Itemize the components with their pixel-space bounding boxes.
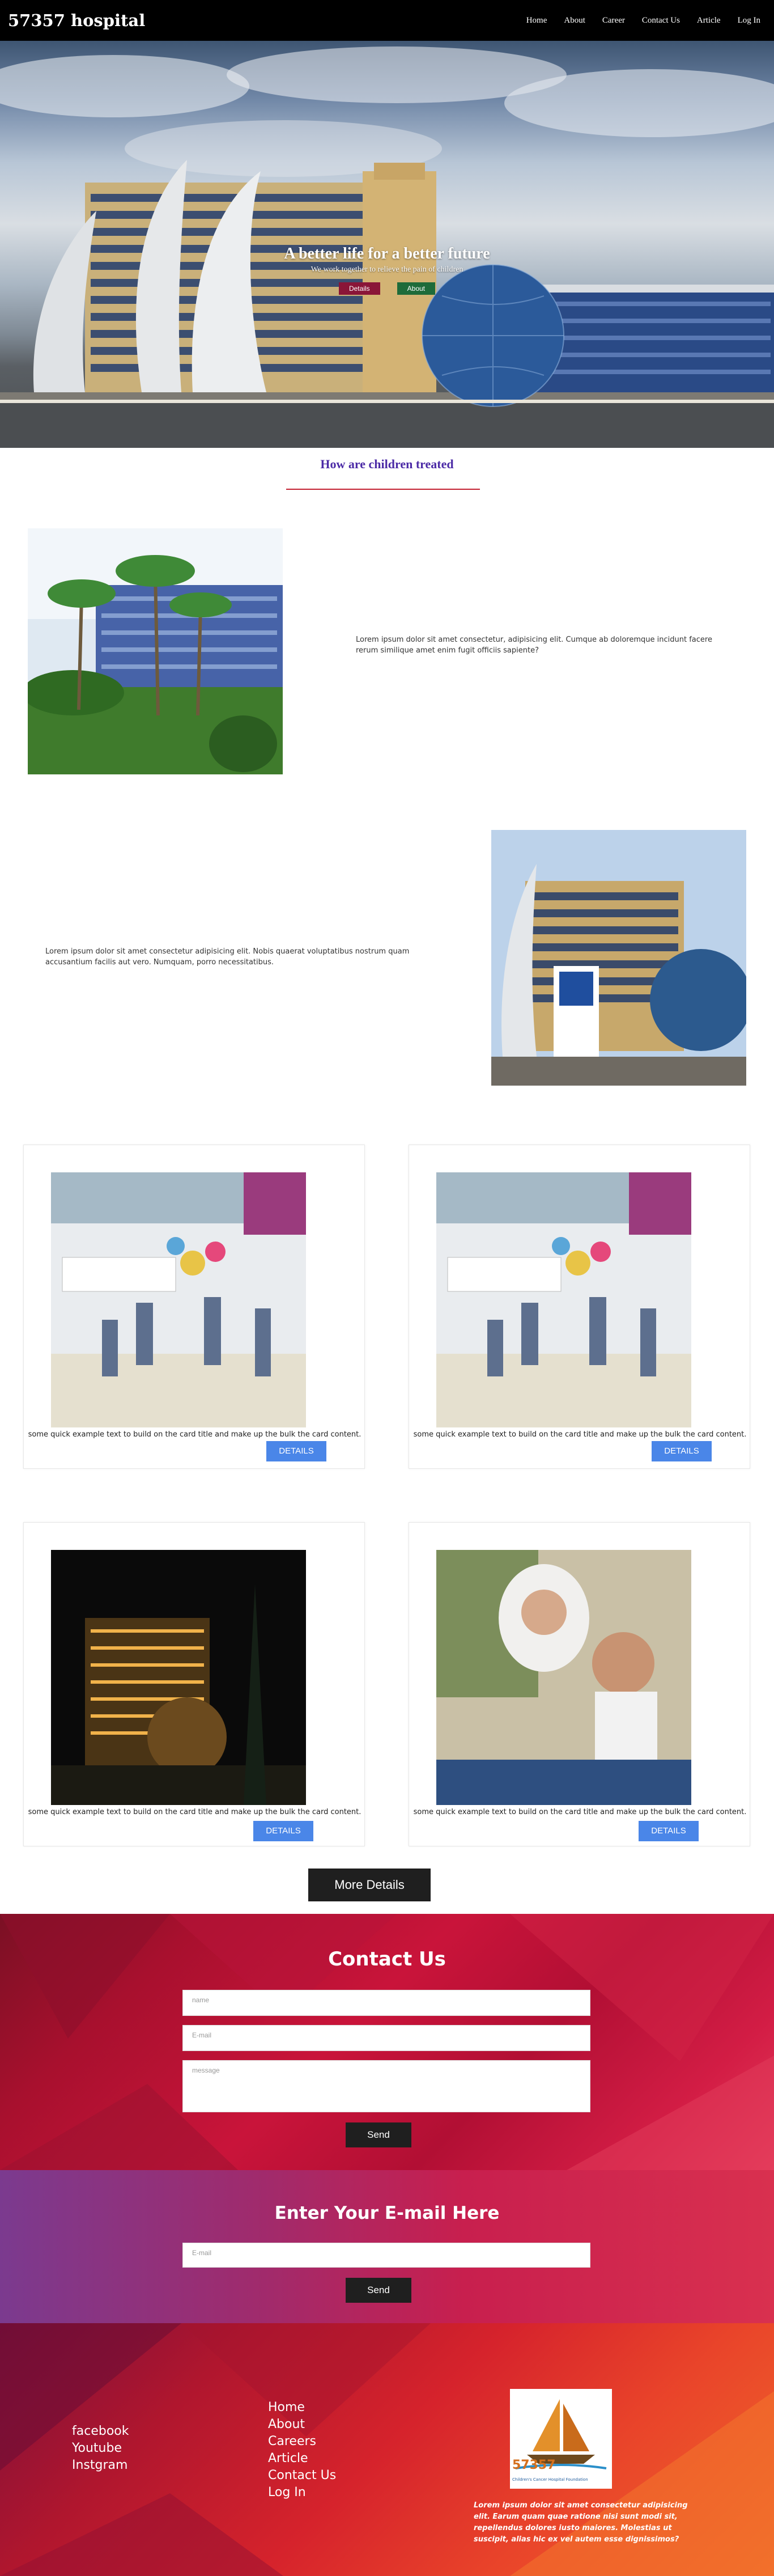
hero-text: A better life for a better future We wor… — [0, 245, 774, 295]
card-3: some quick example text to build on the … — [23, 1522, 365, 1846]
instagram-link[interactable]: Instgram — [72, 2457, 129, 2474]
brand-logo-text[interactable]: 57357 hospital — [8, 11, 145, 30]
nav-links: Home About Career Contact Us Article Log… — [509, 16, 760, 26]
youtube-link[interactable]: Youtube — [72, 2440, 129, 2457]
footer: facebook Youtube Instgram Home About Car… — [0, 2323, 774, 2576]
contact-email-input[interactable]: E-mail — [182, 2025, 590, 2051]
hospital-garden-image — [28, 528, 283, 774]
nav-link-login[interactable]: Log In — [738, 16, 760, 26]
subscribe-title: Enter Your E-mail Here — [274, 2203, 500, 2223]
subscribe-section: Enter Your E-mail Here E-mail Send — [0, 2170, 774, 2323]
subscribe-email-input[interactable]: E-mail — [182, 2243, 590, 2268]
card-1: some quick example text to build on the … — [23, 1145, 365, 1469]
footer-link-home[interactable]: Home — [268, 2399, 336, 2416]
card-1-image — [51, 1172, 306, 1427]
card-4: some quick example text to build on the … — [409, 1522, 750, 1846]
subscribe-send-button[interactable]: Send — [346, 2278, 411, 2303]
hospital-entrance-image — [491, 830, 746, 1086]
footer-link-login[interactable]: Log In — [268, 2484, 336, 2501]
hero-buttons: Details About — [0, 282, 774, 295]
feature-text-2: Lorem ipsum dolor sit amet consectetur a… — [45, 947, 410, 967]
card-1-details-button[interactable]: DETAILS — [266, 1441, 326, 1461]
contact-title: Contact Us — [328, 1948, 446, 1971]
contact-section: Contact Us name E-mail message Send — [0, 1914, 774, 2170]
nav-link-career[interactable]: Career — [602, 16, 625, 26]
feature-text-1: Lorem ipsum dolor sit amet consectetur, … — [356, 635, 712, 655]
hero-banner: A better life for a better future We wor… — [0, 41, 774, 448]
card-2-details-button[interactable]: DETAILS — [652, 1441, 712, 1461]
contact-send-button[interactable]: Send — [346, 2122, 411, 2147]
card-4-text: some quick example text to build on the … — [413, 1808, 747, 1816]
logo-caption: Children's Cancer Hospital Foundation — [512, 2477, 588, 2482]
card-4-details-button[interactable]: DETAILS — [639, 1821, 699, 1841]
footer-description: Lorem ipsum dolor sit amet consectetur a… — [474, 2501, 688, 2544]
nav-link-contact[interactable]: Contact Us — [642, 16, 680, 26]
nav-link-home[interactable]: Home — [526, 16, 547, 26]
nav-link-about[interactable]: About — [564, 16, 585, 26]
more-details-button[interactable]: More Details — [308, 1869, 431, 1901]
card-3-text: some quick example text to build on the … — [28, 1808, 362, 1816]
footer-link-about[interactable]: About — [268, 2416, 336, 2433]
contact-message-input[interactable]: message — [182, 2060, 590, 2112]
card-2: some quick example text to build on the … — [409, 1145, 750, 1469]
facebook-link[interactable]: facebook — [72, 2423, 129, 2440]
hero-details-button[interactable]: Details — [338, 282, 380, 295]
card-2-image — [436, 1172, 691, 1427]
hero-subtitle: We work together to relieve the pain of … — [311, 265, 463, 274]
section-divider — [286, 489, 480, 490]
logo-number: 57357 — [512, 2458, 556, 2472]
card-2-text: some quick example text to build on the … — [413, 1430, 747, 1439]
footer-nav-links: Home About Careers Article Contact Us Lo… — [268, 2399, 336, 2501]
footer-link-careers[interactable]: Careers — [268, 2433, 336, 2450]
logo-sailboat-icon — [515, 2399, 607, 2469]
nav-link-article[interactable]: Article — [697, 16, 721, 26]
card-4-image — [436, 1550, 691, 1805]
card-3-details-button[interactable]: DETAILS — [253, 1821, 313, 1841]
hero-building-image — [0, 46, 774, 448]
hero-title: A better life for a better future — [284, 245, 490, 262]
card-3-image — [51, 1550, 306, 1805]
hero-about-button[interactable]: About — [397, 282, 436, 295]
footer-social-links: facebook Youtube Instgram — [72, 2423, 129, 2474]
card-1-text: some quick example text to build on the … — [28, 1430, 362, 1439]
footer-link-contact[interactable]: Contact Us — [268, 2467, 336, 2484]
navbar: 57357 hospital Home About Career Contact… — [0, 0, 774, 41]
footer-link-article[interactable]: Article — [268, 2450, 336, 2467]
hospital-logo: 57357 Children's Cancer Hospital Foundat… — [510, 2389, 612, 2489]
contact-name-input[interactable]: name — [182, 1990, 590, 2016]
section-title: How are children treated — [320, 457, 454, 471]
